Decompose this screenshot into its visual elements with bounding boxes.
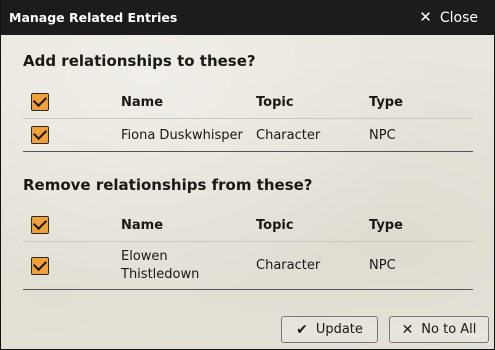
no-to-all-label: No to All <box>421 322 477 337</box>
column-header-topic: Topic <box>256 217 294 233</box>
dialog-title: Manage Related Entries <box>9 10 178 25</box>
entry-topic: Character <box>256 127 321 143</box>
entry-name: Elowen Thistledown <box>121 242 256 290</box>
manage-related-entries-dialog: Manage Related Entries ✕ Close Add relat… <box>0 0 495 350</box>
table-row: Elowen Thistledown Character NPC <box>23 241 473 290</box>
table-header-row: Name Topic Type <box>23 86 473 119</box>
entry-type: NPC <box>369 258 396 273</box>
entry-topic: Character <box>256 258 321 273</box>
update-label: Update <box>315 322 363 337</box>
column-header-type: Type <box>369 217 403 233</box>
times-icon: ✕ <box>401 321 414 338</box>
table-row: Fiona Duskwhisper Character NPC <box>23 118 473 152</box>
column-header-name: Name <box>121 217 164 233</box>
add-relationships-table: Name Topic Type Fiona Duskwhisper Charac… <box>23 86 473 152</box>
row-checkbox[interactable] <box>31 126 49 144</box>
close-label: Close <box>439 9 478 26</box>
dialog-titlebar: Manage Related Entries ✕ Close <box>1 0 495 35</box>
entry-name: Fiona Duskwhisper <box>121 127 243 143</box>
remove-section-heading: Remove relationships from these? <box>23 176 313 194</box>
checkmark-icon: ✔ <box>296 321 308 338</box>
close-icon: ✕ <box>419 8 432 26</box>
entry-type: NPC <box>369 127 396 143</box>
add-section-heading: Add relationships to these? <box>23 52 256 70</box>
close-button[interactable]: ✕ Close <box>419 10 478 26</box>
column-header-topic: Topic <box>256 94 294 110</box>
select-all-add-checkbox[interactable] <box>31 93 49 111</box>
remove-relationships-table: Name Topic Type Elowen Thistledown Chara… <box>23 209 473 290</box>
entry-name-line2: Thistledown <box>121 266 200 282</box>
no-to-all-button[interactable]: ✕ No to All <box>389 316 489 343</box>
entry-name-line1: Elowen <box>121 248 168 264</box>
select-all-remove-checkbox[interactable] <box>31 216 49 234</box>
column-header-type: Type <box>369 94 403 110</box>
row-checkbox[interactable] <box>31 256 49 275</box>
column-header-name: Name <box>121 94 164 110</box>
table-header-row: Name Topic Type <box>23 209 473 242</box>
update-button[interactable]: ✔ Update <box>281 316 378 343</box>
